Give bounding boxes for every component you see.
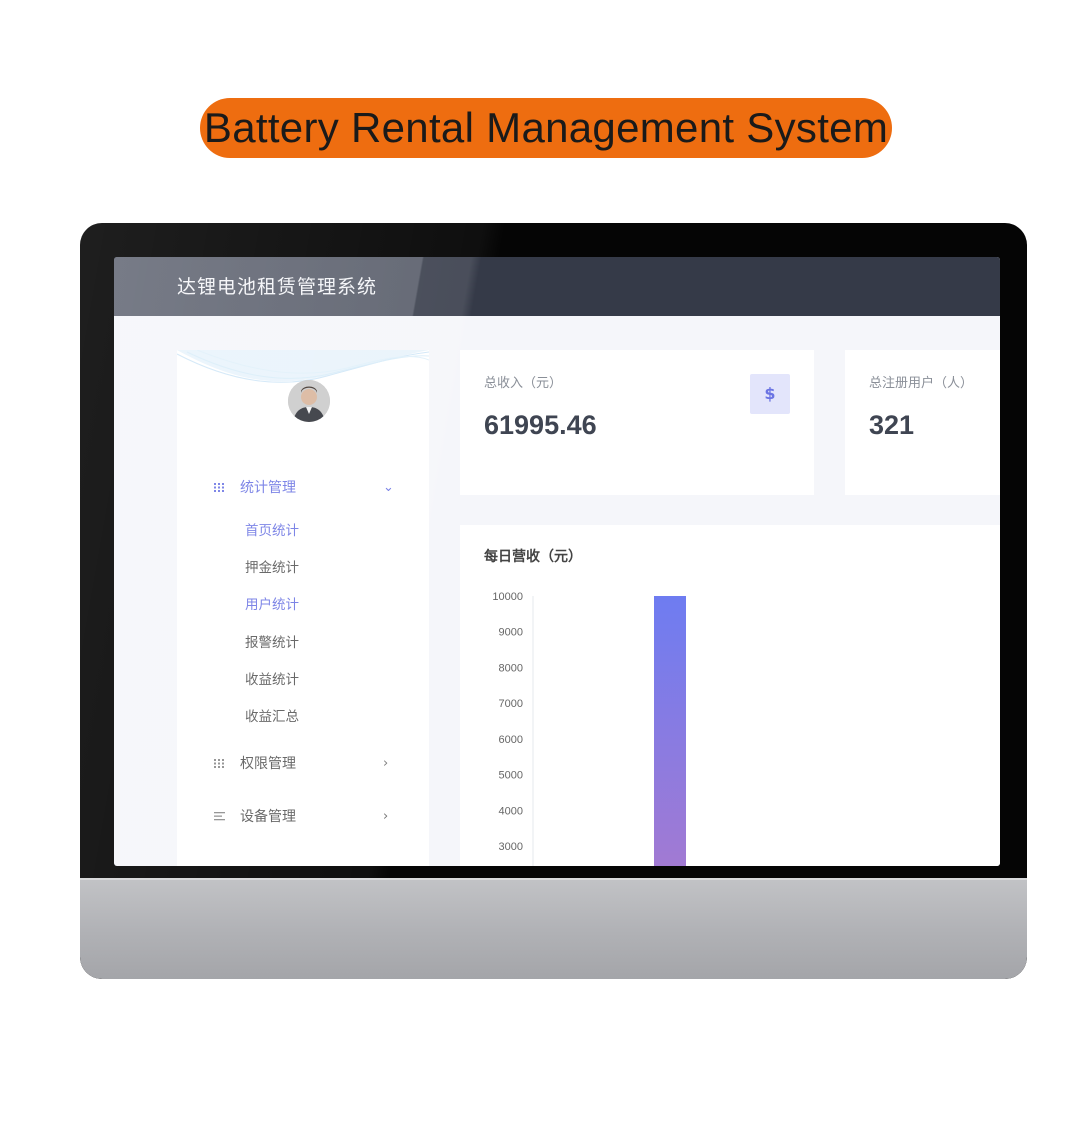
chevron-right-icon: › bbox=[383, 756, 389, 771]
stat-card-value: 321 bbox=[869, 410, 915, 440]
menu-group-statistics[interactable]: 统计管理 ⌄ bbox=[177, 474, 429, 502]
menu-group-label: 权限管理 bbox=[240, 756, 296, 772]
grid-dots-icon bbox=[213, 756, 227, 770]
monitor-chin bbox=[80, 878, 1027, 979]
y-tick-label: 7000 bbox=[499, 698, 523, 710]
app-screen: 达锂电池租赁管理系统 统计管理 ⌄ 首页统计 押金统计 用户统计 报警统计 收益… bbox=[114, 257, 1000, 866]
chin-highlight bbox=[80, 878, 1027, 880]
stat-card-total-users: 总注册用户（人） 321 bbox=[845, 350, 1000, 495]
stat-card-label: 总收入（元） bbox=[484, 376, 563, 391]
stat-card-label: 总注册用户（人） bbox=[869, 376, 974, 391]
top-bar: 达锂电池租赁管理系统 bbox=[114, 257, 1000, 316]
bar-chart: 10000 9000 8000 7000 6000 5000 4000 3000 bbox=[492, 591, 686, 866]
stat-card-value: 61995.46 bbox=[484, 410, 597, 440]
y-tick-label: 6000 bbox=[499, 734, 523, 746]
menu-item-deposit-stats[interactable]: 押金统计 bbox=[245, 558, 299, 578]
monitor-frame: 达锂电池租赁管理系统 统计管理 ⌄ 首页统计 押金统计 用户统计 报警统计 收益… bbox=[80, 223, 1027, 979]
y-tick-label: 4000 bbox=[499, 805, 523, 817]
menu-group-label: 统计管理 bbox=[240, 480, 296, 496]
stat-card-total-revenue: 总收入（元） 61995.46 $ bbox=[460, 350, 814, 495]
y-tick-label: 8000 bbox=[499, 662, 523, 674]
menu-item-user-stats[interactable]: 用户统计 bbox=[245, 595, 299, 615]
menu-group-devices[interactable]: 设备管理 › bbox=[177, 803, 429, 831]
y-tick-label: 3000 bbox=[499, 841, 523, 853]
dollar-icon: $ bbox=[750, 374, 790, 414]
y-tick-label: 10000 bbox=[492, 591, 523, 603]
menu-group-permissions[interactable]: 权限管理 › bbox=[177, 750, 429, 778]
chart-bar[interactable] bbox=[654, 596, 686, 866]
grid-dots-icon bbox=[213, 480, 227, 494]
menu-item-alarm-stats[interactable]: 报警统计 bbox=[245, 633, 299, 653]
user-avatar[interactable] bbox=[288, 380, 330, 422]
y-tick-label: 9000 bbox=[499, 627, 523, 639]
menu-item-revenue-summary[interactable]: 收益汇总 bbox=[245, 707, 299, 727]
y-tick-label: 5000 bbox=[499, 770, 523, 782]
menu-group-label: 设备管理 bbox=[240, 809, 296, 825]
menu-item-home-stats[interactable]: 首页统计 bbox=[245, 521, 299, 541]
menu-item-revenue-stats[interactable]: 收益统计 bbox=[245, 670, 299, 690]
chevron-down-icon: ⌄ bbox=[383, 480, 394, 495]
chart-card-daily-revenue: 每日营收（元） 10000 9000 8000 7000 6000 5000 4000 300… bbox=[460, 525, 1000, 866]
sidebar: 统计管理 ⌄ 首页统计 押金统计 用户统计 报警统计 收益统计 收益汇总 权限管… bbox=[177, 350, 429, 866]
list-lines-icon bbox=[213, 809, 227, 823]
avatar-portrait-icon bbox=[288, 380, 330, 422]
app-title: 达锂电池租赁管理系统 bbox=[177, 276, 378, 298]
chevron-right-icon: › bbox=[383, 809, 389, 824]
page-banner: Battery Rental Management System bbox=[200, 98, 892, 158]
